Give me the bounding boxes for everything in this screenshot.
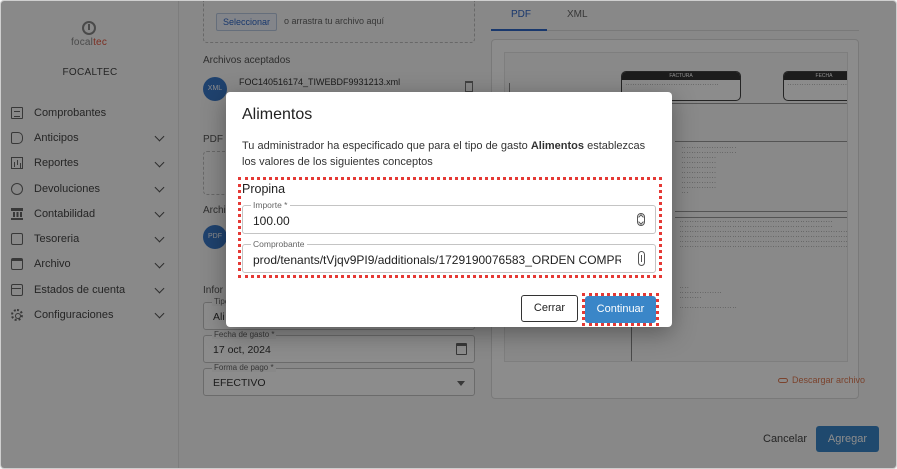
field-value: 100.00 xyxy=(253,214,290,228)
concepts-dialog: Alimentos Tu administrador ha especifica… xyxy=(226,92,672,327)
desc-text: Tu administrador ha especificado que par… xyxy=(242,140,531,152)
continue-button[interactable]: Continuar xyxy=(585,296,656,323)
close-button[interactable]: Cerrar xyxy=(521,295,578,322)
desc-bold: Alimentos xyxy=(530,140,585,152)
app-window: focaltec FOCALTEC Comprobantes Anticipos… xyxy=(0,0,897,469)
stepper-icon[interactable] xyxy=(637,213,645,226)
field-label: Comprobante xyxy=(251,239,307,249)
paperclip-icon[interactable] xyxy=(638,251,645,266)
field-label: Importe * xyxy=(251,200,290,210)
dialog-title: Alimentos xyxy=(242,106,313,123)
field-value: prod/tenants/tVjqv9PI9/additionals/17291… xyxy=(253,253,621,267)
dialog-description: Tu administrador ha especificado que par… xyxy=(242,138,662,170)
comprobante-file-input[interactable]: Comprobante prod/tenants/tVjqv9PI9/addit… xyxy=(242,239,656,273)
importe-input[interactable]: Importe * 100.00 xyxy=(242,200,656,234)
concept-title: Propina xyxy=(242,182,286,196)
